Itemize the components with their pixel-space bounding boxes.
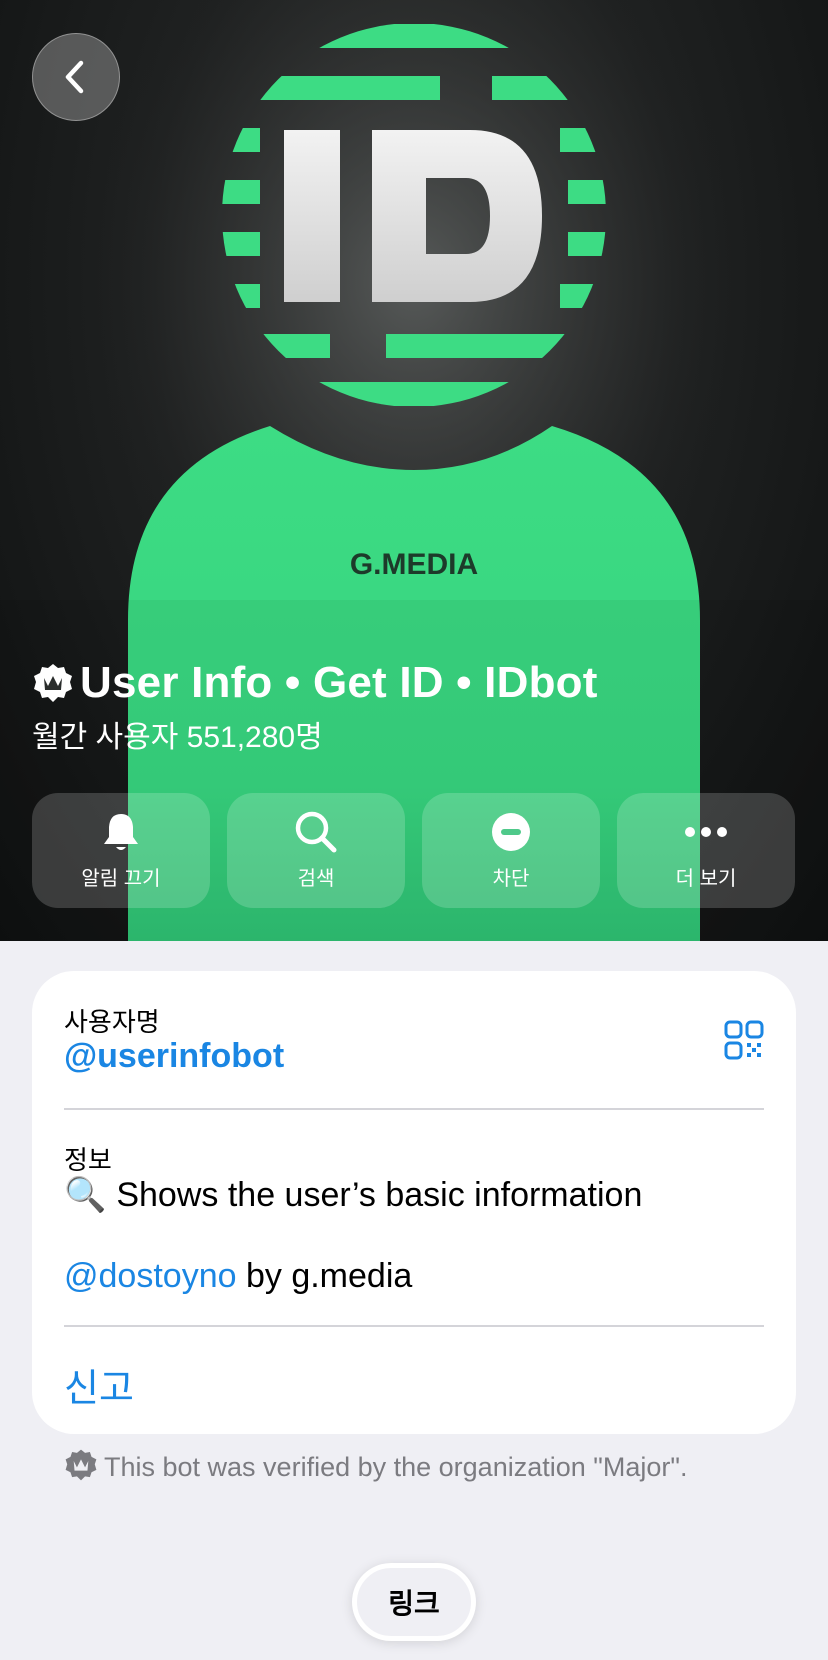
- search-label: 검색: [297, 868, 335, 890]
- more-button[interactable]: 더 보기: [617, 793, 795, 908]
- search-button[interactable]: 검색: [227, 793, 405, 908]
- chevron-left-icon: [65, 60, 84, 94]
- bell-icon: [99, 810, 143, 854]
- more-label: 더 보기: [675, 868, 737, 890]
- block-button[interactable]: 차단: [422, 793, 600, 908]
- more-icon: [684, 810, 728, 854]
- verified-badge-icon: [34, 664, 72, 702]
- mention-link[interactable]: @dostoyno: [64, 1257, 237, 1295]
- about-description: Shows the user’s basic information: [116, 1175, 643, 1214]
- brand-text: G.MEDIA: [350, 548, 478, 581]
- verified-note: This bot was verified by the organizatio…: [64, 1448, 724, 1490]
- monthly-users: 월간 사용자 551,280명: [32, 721, 323, 754]
- about-label: 정보: [64, 1145, 112, 1175]
- username-label: 사용자명: [64, 1007, 160, 1037]
- search-icon: [294, 810, 338, 854]
- link-button[interactable]: 링크: [352, 1563, 476, 1641]
- mute-button[interactable]: 알림 끄기: [32, 793, 210, 908]
- divider: [64, 1108, 764, 1110]
- qr-code-button[interactable]: [724, 1020, 764, 1060]
- profile-header: G.MEDIA User Info • Get ID • IDbot 월간 사용…: [0, 0, 828, 941]
- about-text: 🔍 Shows the user’s basic information: [64, 1175, 642, 1215]
- mute-label: 알림 끄기: [81, 868, 161, 890]
- username-link[interactable]: @userinfobot: [64, 1037, 284, 1076]
- back-button[interactable]: [32, 33, 120, 121]
- report-button[interactable]: 신고: [64, 1357, 134, 1412]
- title-row: User Info • Get ID • IDbot: [32, 658, 598, 708]
- divider: [64, 1325, 764, 1327]
- block-label: 차단: [492, 868, 530, 890]
- action-bar: 알림 끄기 검색 차단 더 보기: [32, 793, 795, 908]
- magnifier-emoji-icon: 🔍: [64, 1176, 107, 1214]
- block-icon: [489, 810, 533, 854]
- qr-code-icon: [724, 1020, 764, 1060]
- verified-badge-icon: [64, 1448, 98, 1490]
- verified-note-text: This bot was verified by the organizatio…: [104, 1452, 688, 1482]
- about-credit: @dostoyno by g.media: [64, 1257, 412, 1296]
- bot-title: User Info • Get ID • IDbot: [80, 658, 598, 707]
- about-credit-suffix: by g.media: [236, 1257, 413, 1295]
